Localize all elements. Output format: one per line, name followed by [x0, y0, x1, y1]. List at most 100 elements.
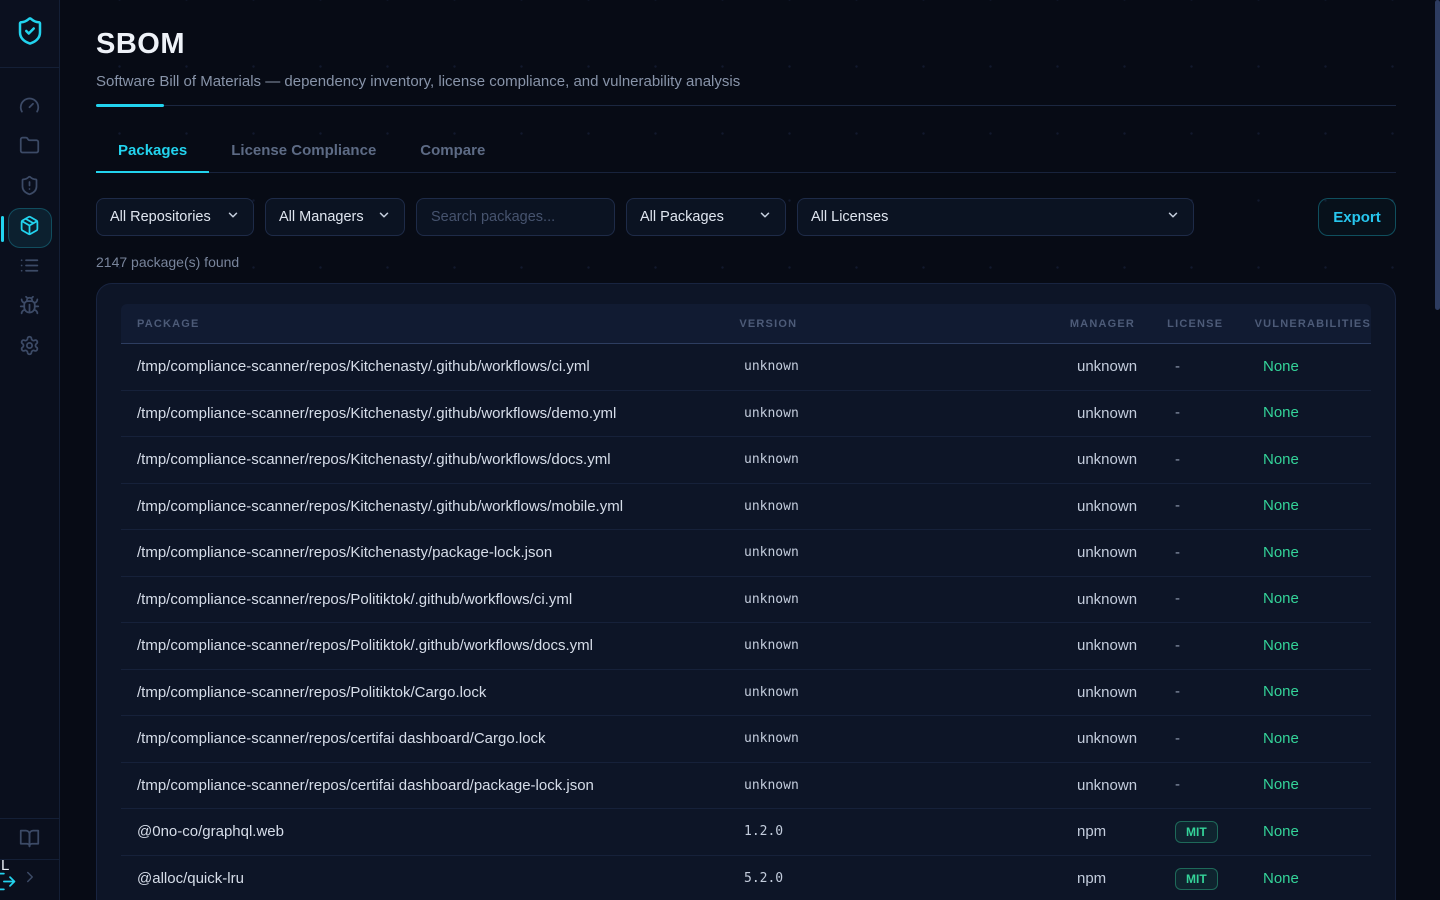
- table-row[interactable]: /tmp/compliance-scanner/repos/Kitchenast…: [121, 484, 1371, 531]
- sidebar-item-dashboard[interactable]: [8, 88, 52, 128]
- cell-manager: unknown: [1061, 637, 1159, 654]
- column-header: MANAGER: [1054, 318, 1151, 330]
- license-dash: -: [1175, 451, 1180, 468]
- vulnerability-status: None: [1263, 823, 1299, 840]
- cell-version: 5.2.0: [728, 871, 1061, 886]
- license-dash: -: [1175, 637, 1180, 654]
- cell-package: /tmp/compliance-scanner/repos/Kitchenast…: [121, 358, 728, 375]
- package-icon: [19, 215, 40, 241]
- table-row[interactable]: /tmp/compliance-scanner/repos/certifai d…: [121, 716, 1371, 763]
- sidebar-item-repositories[interactable]: [8, 128, 52, 168]
- chevron-down-icon: [1156, 208, 1180, 226]
- column-header: PACKAGE: [121, 318, 723, 330]
- export-button[interactable]: Export: [1318, 198, 1396, 236]
- tab-compare[interactable]: Compare: [398, 129, 507, 172]
- cell-license: -: [1159, 590, 1247, 608]
- cell-manager: unknown: [1061, 358, 1159, 375]
- license-dash: -: [1175, 544, 1180, 561]
- sidebar-item-compliance[interactable]: [8, 168, 52, 208]
- cell-manager: unknown: [1061, 591, 1159, 608]
- cell-vulnerabilities: None: [1247, 451, 1371, 469]
- chevron-down-icon: [748, 208, 772, 226]
- repository-filter-select[interactable]: All Repositories: [96, 198, 254, 236]
- cell-version: unknown: [728, 499, 1061, 514]
- sidebar-item-vulnerabilities[interactable]: [8, 288, 52, 328]
- sidebar-item-sbom[interactable]: [8, 208, 52, 248]
- cell-version: 1.2.0: [728, 824, 1061, 839]
- cell-manager: unknown: [1061, 451, 1159, 468]
- cell-version: unknown: [728, 359, 1061, 374]
- table-row[interactable]: /tmp/compliance-scanner/repos/Kitchenast…: [121, 530, 1371, 577]
- cell-license: MIT: [1159, 821, 1247, 843]
- search-input[interactable]: [416, 198, 615, 236]
- sidebar-item-docs[interactable]: [8, 819, 52, 859]
- cell-license: -: [1159, 637, 1247, 655]
- cell-package: @0no-co/graphql.web: [121, 823, 728, 840]
- cell-manager: unknown: [1061, 498, 1159, 515]
- cell-version: unknown: [728, 731, 1061, 746]
- chevron-down-icon: [216, 208, 240, 226]
- log-out-icon[interactable]: [0, 871, 17, 897]
- cell-version: unknown: [728, 452, 1061, 467]
- license-filter-select[interactable]: All Licenses: [797, 198, 1194, 236]
- cell-version: unknown: [728, 778, 1061, 793]
- table-row[interactable]: @0no-co/graphql.web1.2.0npmMIT None: [121, 809, 1371, 856]
- table-row[interactable]: /tmp/compliance-scanner/repos/Kitchenast…: [121, 437, 1371, 484]
- active-indicator: [1, 216, 4, 242]
- cell-vulnerabilities: None: [1247, 404, 1371, 422]
- vulnerability-status: None: [1263, 683, 1299, 700]
- cell-package: /tmp/compliance-scanner/repos/Politiktok…: [121, 684, 728, 701]
- cell-license: -: [1159, 730, 1247, 748]
- cell-license: MIT: [1159, 868, 1247, 890]
- package-filter-select[interactable]: All Packages: [626, 198, 786, 236]
- cell-license: -: [1159, 404, 1247, 422]
- rule-line: [96, 105, 1396, 106]
- table-row[interactable]: @alloc/quick-lru5.2.0npmMITNone: [121, 856, 1371, 900]
- license-dash: -: [1175, 404, 1180, 421]
- column-header: VERSION: [723, 318, 1053, 330]
- cell-manager: npm: [1061, 823, 1159, 840]
- sidebar-item-policies[interactable]: [8, 248, 52, 288]
- cell-manager: unknown: [1061, 544, 1159, 561]
- rule-accent: [96, 104, 164, 107]
- license-dash: -: [1175, 776, 1180, 793]
- table-row[interactable]: /tmp/compliance-scanner/repos/Kitchenast…: [121, 391, 1371, 438]
- cell-vulnerabilities: None: [1247, 870, 1371, 888]
- cell-manager: unknown: [1061, 730, 1159, 747]
- column-header: LICENSE: [1151, 318, 1238, 330]
- table-row[interactable]: /tmp/compliance-scanner/repos/Politiktok…: [121, 577, 1371, 624]
- table-row[interactable]: /tmp/compliance-scanner/repos/certifai d…: [121, 763, 1371, 810]
- vulnerability-status: None: [1263, 404, 1299, 421]
- app-logo[interactable]: [0, 0, 59, 68]
- filter-bar: All Repositories All Managers All Packag…: [96, 198, 1396, 236]
- vulnerability-status: None: [1263, 497, 1299, 514]
- sidebar-nav: [0, 68, 59, 368]
- table-body: /tmp/compliance-scanner/repos/Kitchenast…: [121, 344, 1371, 900]
- column-header: VULNERABILITIES: [1239, 318, 1371, 330]
- cell-package: /tmp/compliance-scanner/repos/Kitchenast…: [121, 544, 728, 561]
- page-title: SBOM: [96, 28, 1396, 61]
- page-subtitle: Software Bill of Materials — dependency …: [96, 73, 1396, 90]
- scrollbar-thumb[interactable]: [1435, 0, 1440, 310]
- vulnerability-status: None: [1263, 870, 1299, 887]
- cell-vulnerabilities: None: [1247, 823, 1371, 841]
- vulnerability-status: None: [1263, 776, 1299, 793]
- table-row[interactable]: /tmp/compliance-scanner/repos/Kitchenast…: [121, 344, 1371, 391]
- repository-filter-value: All Repositories: [110, 209, 211, 225]
- cell-vulnerabilities: None: [1247, 590, 1371, 608]
- vulnerability-status: None: [1263, 358, 1299, 375]
- tab-license-compliance[interactable]: License Compliance: [209, 129, 398, 172]
- sidebar: [0, 0, 60, 900]
- sidebar-item-settings[interactable]: [8, 328, 52, 368]
- cell-package: @alloc/quick-lru: [121, 870, 728, 887]
- cell-vulnerabilities: None: [1247, 544, 1371, 562]
- cell-package: /tmp/compliance-scanner/repos/Politiktok…: [121, 637, 728, 654]
- cell-version: unknown: [728, 545, 1061, 560]
- manager-filter-select[interactable]: All Managers: [265, 198, 405, 236]
- tab-packages[interactable]: Packages: [96, 129, 209, 172]
- cell-version: unknown: [728, 406, 1061, 421]
- cell-package: /tmp/compliance-scanner/repos/Kitchenast…: [121, 451, 728, 468]
- table-row[interactable]: /tmp/compliance-scanner/repos/Politiktok…: [121, 623, 1371, 670]
- cell-vulnerabilities: None: [1247, 358, 1371, 376]
- table-row[interactable]: /tmp/compliance-scanner/repos/Politiktok…: [121, 670, 1371, 717]
